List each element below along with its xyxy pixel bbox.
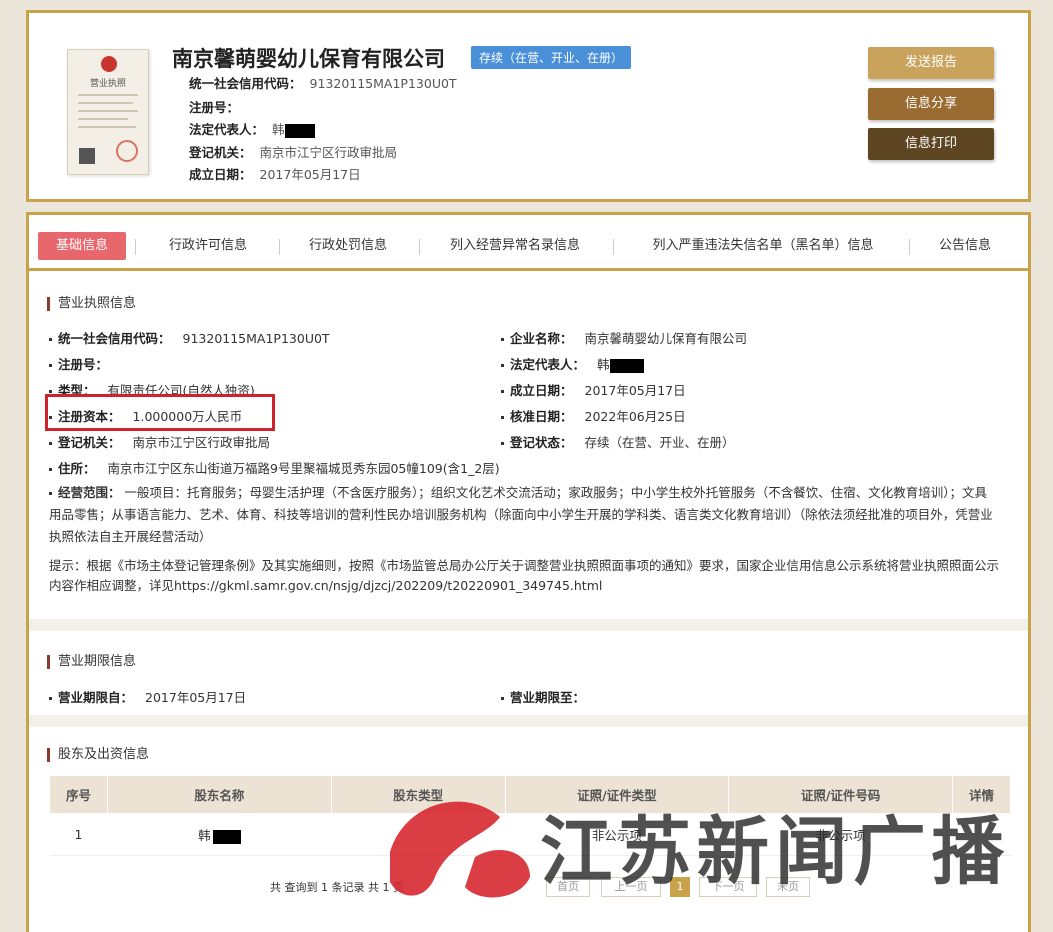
header-founded: 成立日期： 2017年05月17日 bbox=[189, 167, 361, 182]
col-header: 股东名称 bbox=[106, 775, 332, 814]
seal-icon bbox=[116, 140, 138, 162]
status-badge: 存续（在营、开业、在册） bbox=[471, 46, 632, 69]
field-credit-code: 统一社会信用代码： 91320115MA1P130U0T bbox=[49, 328, 330, 347]
tab-blacklist[interactable]: 列入严重违法失信名单（黑名单）信息 bbox=[627, 232, 899, 260]
tab-announcements[interactable]: 公告信息 bbox=[925, 232, 1005, 260]
term-section-title: 营业期限信息 bbox=[47, 655, 136, 669]
header-credit-code: 统一社会信用代码： 91320115MA1P130U0T bbox=[189, 76, 457, 91]
tab-basic-info[interactable]: 基础信息 bbox=[38, 232, 126, 260]
watermark-text: 江苏新闻广播 bbox=[540, 809, 1010, 895]
capital-highlight-box bbox=[45, 394, 275, 431]
field-reg-status: 登记状态： 存续（在营、开业、在册） bbox=[501, 432, 735, 451]
send-report-button[interactable]: 发送报告 bbox=[868, 47, 994, 79]
tab-bar: 基础信息 行政许可信息 行政处罚信息 列入经营异常名录信息 列入严重违法失信名单… bbox=[29, 215, 1028, 271]
shareholder-section-title: 股东及出资信息 bbox=[47, 748, 149, 762]
field-legal-rep: 法定代表人：韩 bbox=[501, 354, 644, 373]
qr-code-icon bbox=[79, 148, 95, 164]
field-address: 住所： 南京市江宁区东山街道万福路9号里聚福城觅秀东园05幢109(含1_2层) bbox=[49, 458, 500, 477]
share-info-button[interactable]: 信息分享 bbox=[868, 88, 994, 120]
field-term-from: 营业期限自： 2017年05月17日 bbox=[49, 687, 246, 706]
license-image-title: 营业执照 bbox=[89, 79, 126, 89]
print-info-button[interactable]: 信息打印 bbox=[868, 128, 994, 160]
row-no: 1 bbox=[49, 813, 108, 856]
company-name: 南京馨萌婴幼儿保育有限公司 bbox=[172, 47, 445, 71]
tab-admin-penalty[interactable]: 行政处罚信息 bbox=[287, 232, 409, 260]
section-divider bbox=[29, 715, 1028, 727]
col-header: 序号 bbox=[49, 775, 108, 814]
news-broadcast-watermark: 江苏新闻广播 bbox=[390, 801, 1010, 898]
notice-tip: 提示：根据《市场主体登记管理条例》及其实施细则，按照《市场监管总局办公厅关于调整… bbox=[49, 558, 1000, 593]
row-name: 韩 bbox=[107, 813, 332, 856]
field-company-name: 企业名称： 南京馨萌婴幼儿保育有限公司 bbox=[501, 328, 747, 347]
tab-abnormal-list[interactable]: 列入经营异常名录信息 bbox=[429, 232, 601, 260]
field-term-to: 营业期限至： bbox=[501, 687, 585, 706]
header-legal-rep: 法定代表人：韩 bbox=[189, 119, 315, 138]
header-reg-no: 注册号： bbox=[189, 100, 240, 115]
field-reg-no: 注册号： bbox=[49, 354, 108, 373]
license-section-title: 营业执照信息 bbox=[47, 297, 136, 311]
field-founded: 成立日期： 2017年05月17日 bbox=[501, 380, 686, 399]
company-card: 营业执照 南京馨萌婴幼儿保育有限公司 存续（在营、开业、在册） 统一社会信用代码… bbox=[26, 10, 1031, 202]
header-authority: 登记机关： 南京市江宁区行政审批局 bbox=[189, 145, 398, 160]
field-authority: 登记机关： 南京市江宁区行政审批局 bbox=[49, 432, 270, 451]
business-license-image[interactable]: 营业执照 bbox=[67, 49, 149, 175]
tab-admin-license[interactable]: 行政许可信息 bbox=[147, 232, 269, 260]
national-emblem-icon bbox=[101, 56, 117, 72]
broadcast-logo-icon bbox=[390, 801, 530, 898]
field-approval-date: 核准日期： 2022年06月25日 bbox=[501, 406, 686, 425]
field-business-scope: 经营范围： 一般项目：托育服务；母婴生活护理（不含医疗服务）；组织文化艺术交流活… bbox=[49, 485, 993, 544]
section-divider bbox=[29, 619, 1028, 631]
